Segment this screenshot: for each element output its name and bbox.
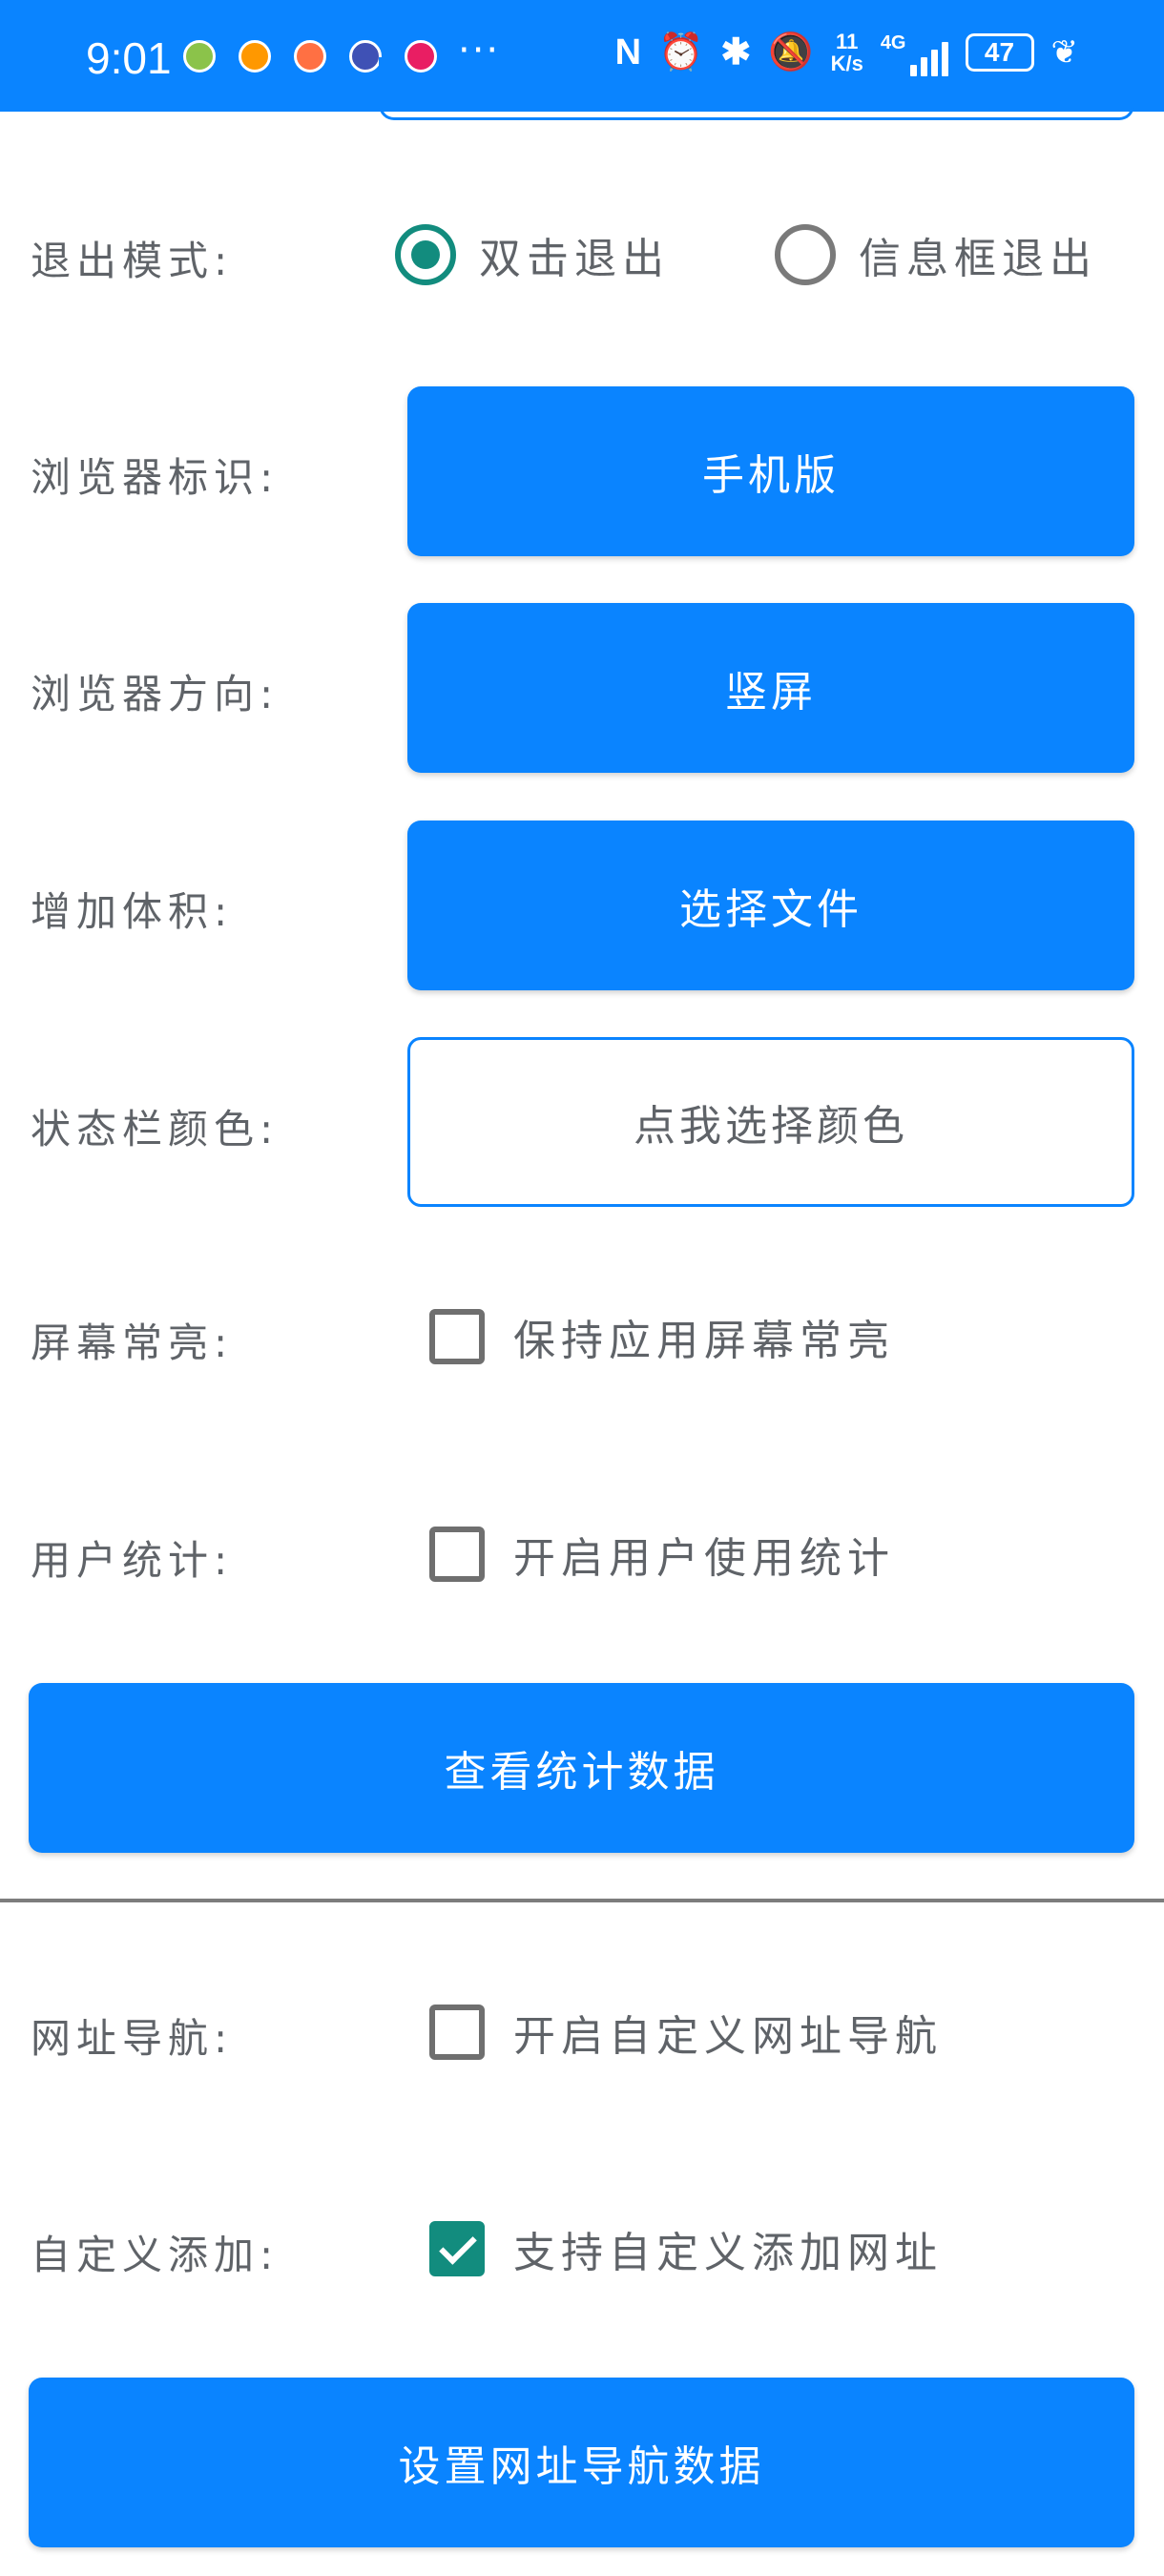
custom-add-label: 自定义添加: — [31, 2232, 280, 2278]
browser-ua-label: 浏览器标识: — [31, 454, 280, 501]
keep-screen-on-label: 屏幕常亮: — [31, 1319, 234, 1366]
choose-file-button[interactable]: 选择文件 — [407, 821, 1134, 990]
url-nav-checkbox[interactable] — [429, 2005, 485, 2060]
choose-color-button[interactable]: 点我选择颜色 — [407, 1037, 1134, 1207]
increase-size-label: 增加体积: — [31, 888, 234, 935]
radio-button[interactable] — [395, 224, 456, 285]
url-nav-label: 网址导航: — [31, 2015, 234, 2062]
user-stats-label: 用户统计: — [31, 1537, 234, 1584]
notification-icon — [239, 40, 271, 73]
notification-icon — [349, 40, 382, 73]
radio-button[interactable] — [775, 224, 836, 285]
set-nav-data-button[interactable]: 设置网址导航数据 — [29, 2378, 1134, 2547]
view-stats-button[interactable]: 查看统计数据 — [29, 1683, 1134, 1853]
custom-add-checkbox-row[interactable]: 支持自定义添加网址 — [429, 2218, 943, 2279]
browser-ua-button[interactable]: 手机版 — [407, 386, 1134, 556]
text-input[interactable] — [379, 57, 1134, 120]
status-bar-color-label: 状态栏颜色: — [31, 1106, 280, 1153]
notification-icon — [183, 40, 216, 73]
url-nav-checkbox-row[interactable]: 开启自定义网址导航 — [429, 2002, 943, 2063]
radio-dialog-exit[interactable]: 信息框退出 — [775, 224, 1097, 285]
exit-mode-label: 退出模式: — [31, 238, 234, 284]
user-stats-checkbox-row[interactable]: 开启用户使用统计 — [429, 1524, 895, 1585]
browser-orientation-button[interactable]: 竖屏 — [407, 603, 1134, 773]
section-divider — [0, 1899, 1164, 1902]
custom-add-checkbox[interactable] — [429, 2221, 485, 2276]
keep-screen-on-checkbox-row[interactable]: 保持应用屏幕常亮 — [429, 1306, 895, 1367]
user-stats-checkbox[interactable] — [429, 1527, 485, 1582]
browser-orientation-label: 浏览器方向: — [31, 671, 280, 717]
clock: 9:01 — [86, 33, 172, 83]
keep-screen-on-checkbox[interactable] — [429, 1309, 485, 1364]
radio-double-tap-exit[interactable]: 双击退出 — [395, 224, 670, 285]
notification-icon — [294, 40, 326, 73]
